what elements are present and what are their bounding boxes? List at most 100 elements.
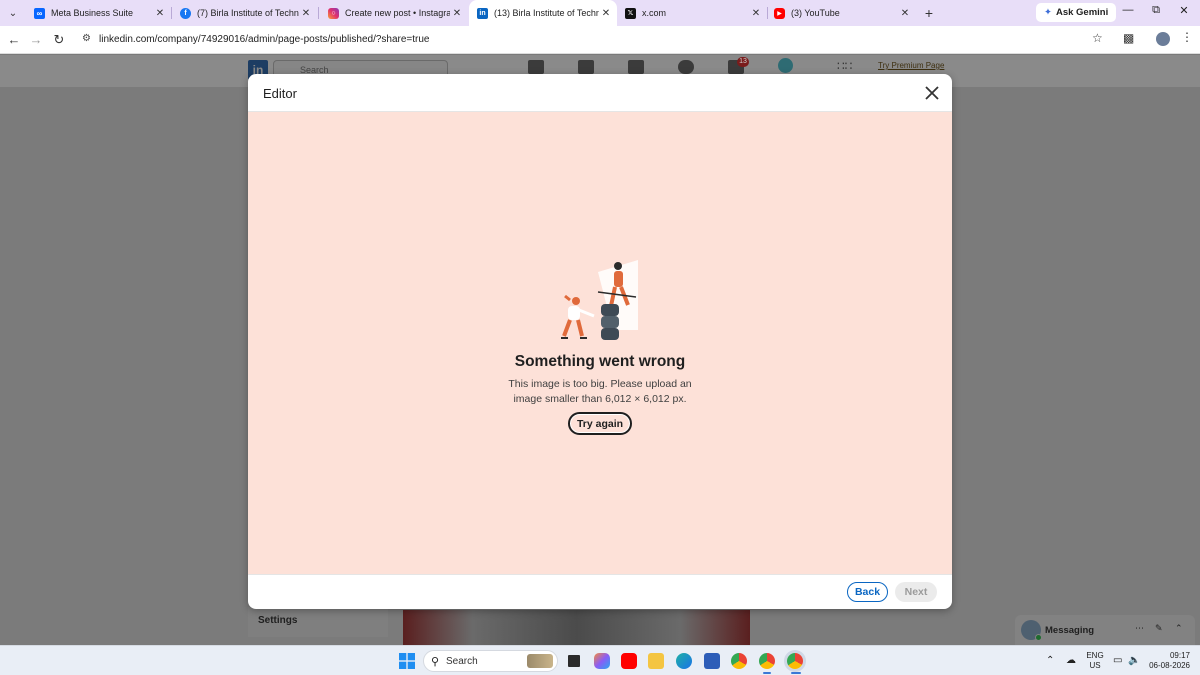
editor-modal: Editor Something went wrong This image i… (248, 74, 952, 609)
language-indicator[interactable]: ENG US (1086, 651, 1104, 671)
linkedin-icon: in (477, 7, 488, 19)
taskbar-search-box[interactable]: ⚲ Search (423, 650, 558, 672)
close-tab-icon[interactable]: ✕ (153, 8, 167, 19)
restore-icon[interactable]: ⧉ (1147, 4, 1165, 17)
onedrive-cloud-icon[interactable]: ☁ (1066, 655, 1076, 666)
reload-icon[interactable]: ↻ (51, 32, 67, 48)
error-illustration (561, 260, 638, 340)
instagram-icon: ○ (328, 7, 339, 19)
clock-date: 06-08-2026 (1149, 661, 1190, 670)
system-clock[interactable]: 09:17 06-08-2026 (1148, 651, 1190, 671)
speaker-icon[interactable]: 🔈 (1128, 655, 1140, 666)
error-panel: Something went wrong This image is too b… (248, 112, 952, 574)
facebook-icon: f (180, 7, 191, 19)
tab-youtube[interactable]: ▶ (3) YouTube ✕ (766, 0, 916, 26)
close-icon[interactable] (922, 83, 942, 103)
browser-toolbar: ← → ↻ ⚙ linkedin.com/company/74929016/ad… (0, 26, 1200, 54)
url-text: linkedin.com/company/74929016/admin/page… (99, 34, 430, 45)
compose-icon: ✎ (1155, 623, 1163, 633)
close-tab-icon[interactable]: ✕ (299, 8, 313, 19)
chevron-up-icon: ⌃ (1175, 623, 1183, 633)
me-avatar (778, 58, 793, 73)
browser-tab-strip: ⌄ ∞ Meta Business Suite ✕ f (7) Birla In… (0, 0, 1200, 26)
messaging-label: Messaging (1045, 625, 1095, 636)
close-window-icon[interactable]: ✕ (1175, 4, 1193, 17)
tab-search-chevron-icon[interactable]: ⌄ (3, 3, 23, 23)
tab-title: (7) Birla Institute of Technology (197, 8, 299, 18)
forward-arrow-icon[interactable]: → (28, 32, 44, 48)
tab-title: Meta Business Suite (51, 8, 134, 18)
apps-grid-icon: ∷∷ (837, 59, 853, 73)
tab-instagram[interactable]: ○ Create new post • Instagram ✕ (320, 0, 468, 26)
try-again-button[interactable]: Try again (568, 412, 632, 435)
active-indicator (791, 672, 801, 674)
site-settings-icon[interactable]: ⚙ (82, 33, 91, 44)
close-tab-icon[interactable]: ✕ (599, 8, 613, 19)
language-code: ENG (1086, 651, 1104, 660)
my-network-icon (578, 60, 594, 74)
profile-avatar[interactable] (1156, 32, 1170, 46)
messaging-icon (678, 60, 694, 74)
chrome-active-icon[interactable] (787, 653, 803, 669)
modal-footer: Back Next (248, 574, 952, 609)
tab-title: (13) Birla Institute of Technology (494, 8, 599, 18)
youtube-app-icon[interactable] (621, 653, 637, 669)
edge-browser-icon[interactable] (676, 653, 692, 669)
search-icon: ⚲ (431, 656, 440, 668)
jobs-briefcase-icon (628, 60, 644, 74)
file-explorer-icon[interactable] (648, 653, 664, 669)
home-icon (528, 60, 544, 74)
close-tab-icon[interactable]: ✕ (450, 8, 464, 19)
address-bar[interactable]: ⚙ linkedin.com/company/74929016/admin/pa… (76, 29, 1116, 51)
ask-gemini-label: Ask Gemini (1055, 7, 1109, 18)
modal-header: Editor (248, 74, 952, 112)
tab-facebook[interactable]: f (7) Birla Institute of Technology ✕ (172, 0, 317, 26)
tab-title: x.com (642, 8, 667, 18)
tab-x[interactable]: 𝕏 x.com ✕ (617, 0, 767, 26)
youtube-icon: ▶ (774, 7, 785, 19)
gemini-sparkle-icon: ✦ (1044, 7, 1052, 18)
task-view-icon[interactable] (566, 653, 582, 669)
tab-title: Create new post • Instagram (345, 8, 450, 18)
bookmark-star-icon[interactable]: ☆ (1092, 31, 1103, 45)
error-title: Something went wrong (514, 353, 686, 370)
next-button[interactable]: Next (895, 582, 937, 602)
new-tab-plus-icon[interactable]: + (920, 4, 938, 22)
minimize-icon[interactable]: — (1119, 4, 1137, 16)
chrome-profile-icon[interactable] (759, 653, 775, 669)
meta-icon: ∞ (34, 7, 45, 19)
close-tab-icon[interactable]: ✕ (749, 8, 763, 19)
try-premium-link: Try Premium Page (878, 61, 945, 70)
back-arrow-icon[interactable]: ← (6, 32, 22, 48)
error-message: This image is too big. Please upload an … (508, 378, 692, 405)
extensions-puzzle-icon[interactable]: ▩ (1123, 31, 1134, 45)
tab-separator (318, 7, 319, 19)
taskbar-search-label: Search (446, 656, 478, 667)
back-button[interactable]: Back (847, 582, 888, 602)
online-status-dot (1035, 634, 1042, 641)
tab-linkedin[interactable]: in (13) Birla Institute of Technology ✕ (469, 0, 617, 26)
close-tab-icon[interactable]: ✕ (898, 8, 912, 19)
clock-time: 09:17 (1169, 651, 1190, 660)
search-highlight-image (527, 654, 553, 668)
settings-menu-item: Settings (248, 607, 388, 637)
display-icon[interactable]: ▭ (1113, 655, 1122, 666)
tab-meta-business-suite[interactable]: ∞ Meta Business Suite ✕ (26, 0, 171, 26)
running-indicator (763, 672, 771, 674)
messaging-panel: Messaging ⋯ ✎ ⌃ (1015, 615, 1195, 645)
ask-gemini-button[interactable]: ✦ Ask Gemini (1036, 3, 1117, 22)
browser-menu-icon[interactable]: ⋮ (1181, 30, 1193, 44)
tab-title: (3) YouTube (791, 8, 840, 18)
copilot-icon[interactable] (594, 653, 610, 669)
microsoft-store-icon[interactable] (704, 653, 720, 669)
more-options-icon: ⋯ (1135, 623, 1144, 633)
notification-count-badge: 13 (737, 57, 749, 67)
chevron-up-icon[interactable]: ⌃ (1046, 655, 1054, 666)
x-icon: 𝕏 (625, 7, 636, 19)
chrome-icon[interactable] (731, 653, 747, 669)
windows-taskbar: ⚲ Search ⌃ ☁ ENG US ▭ 🔈 09:17 06-08-2026 (0, 645, 1200, 675)
windows-start-icon[interactable] (399, 653, 415, 669)
post-photo (403, 610, 750, 645)
keyboard-region: US (1089, 661, 1101, 670)
modal-title: Editor (263, 86, 297, 101)
